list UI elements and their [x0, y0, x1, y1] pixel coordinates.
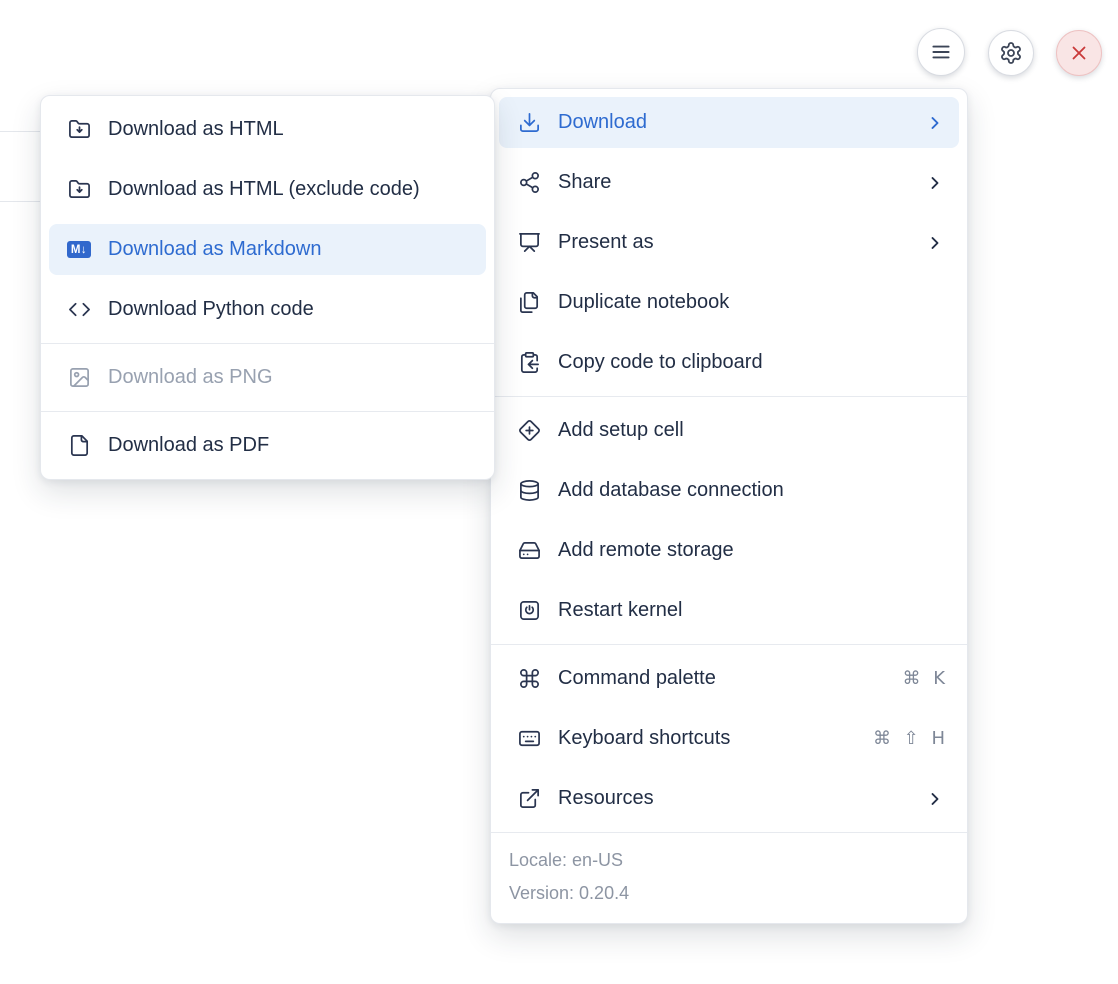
menu-item-download[interactable]: Download — [499, 97, 959, 148]
gear-icon — [999, 41, 1023, 65]
menu-item-copy-code[interactable]: Copy code to clipboard — [499, 337, 959, 388]
hamburger-menu-icon — [928, 39, 954, 65]
markdown-badge-icon: M↓ — [67, 238, 91, 262]
keyboard-shortcut-hint: ⌘ ⇧ H — [873, 728, 945, 749]
page-divider — [0, 131, 41, 132]
menu-item-restart-kernel[interactable]: Restart kernel — [499, 585, 959, 636]
presentation-icon — [517, 231, 541, 255]
page-divider — [0, 201, 41, 202]
menu-item-resources[interactable]: Resources — [499, 773, 959, 824]
menu-item-add-setup-cell[interactable]: Add setup cell — [499, 405, 959, 456]
settings-button[interactable] — [988, 30, 1034, 76]
chevron-right-icon — [925, 113, 945, 133]
menu-item-label: Download — [558, 111, 908, 134]
keyboard-shortcut-hint: ⌘ K — [902, 668, 945, 689]
menu-item-label: Download as Markdown — [108, 238, 472, 261]
menu-item-download-as-png: Download as PNG — [49, 352, 486, 403]
menu-item-label: Keyboard shortcuts — [558, 727, 856, 750]
power-square-icon — [517, 599, 541, 623]
clipboard-copy-icon — [517, 351, 541, 375]
menu-group-kernel: Add setup cell Add database connection A… — [491, 397, 967, 644]
submenu-group-documents: Download as HTML Download as HTML (exclu… — [41, 96, 494, 343]
menu-item-keyboard-shortcuts[interactable]: Keyboard shortcuts ⌘ ⇧ H — [499, 713, 959, 764]
code-icon — [67, 298, 91, 322]
menu-group-share: Download Share Present as — [491, 89, 967, 396]
hard-drive-icon — [517, 539, 541, 563]
menu-item-label: Share — [558, 171, 908, 194]
copy-pages-icon — [517, 291, 541, 315]
menu-footer: Locale: en-US Version: 0.20.4 — [491, 833, 967, 923]
share-icon — [517, 171, 541, 195]
notebook-menu-button[interactable] — [917, 28, 965, 76]
download-icon — [517, 111, 541, 135]
folder-down-icon — [67, 118, 91, 142]
menu-item-label: Restart kernel — [558, 599, 945, 622]
chevron-right-icon — [925, 233, 945, 253]
menu-item-label: Download as HTML — [108, 118, 472, 141]
menu-item-download-as-markdown[interactable]: M↓ Download as Markdown — [49, 224, 486, 275]
menu-item-label: Add database connection — [558, 479, 945, 502]
database-icon — [517, 479, 541, 503]
menu-item-download-as-html-exclude-code[interactable]: Download as HTML (exclude code) — [49, 164, 486, 215]
menu-item-download-as-html[interactable]: Download as HTML — [49, 104, 486, 155]
menu-item-label: Download as HTML (exclude code) — [108, 178, 472, 201]
external-link-icon — [517, 787, 541, 811]
version-text: Version: 0.20.4 — [509, 877, 949, 910]
menu-item-add-database-connection[interactable]: Add database connection — [499, 465, 959, 516]
menu-group-help: Command palette ⌘ K Keyboard shortcuts ⌘… — [491, 645, 967, 832]
locale-text: Locale: en-US — [509, 844, 949, 877]
command-icon — [517, 667, 541, 691]
close-x-icon — [1068, 42, 1090, 64]
menu-item-download-python-code[interactable]: Download Python code — [49, 284, 486, 335]
menu-item-label: Add setup cell — [558, 419, 945, 442]
download-submenu: Download as HTML Download as HTML (exclu… — [40, 95, 495, 480]
menu-item-label: Download as PDF — [108, 434, 472, 457]
folder-down-icon — [67, 178, 91, 202]
submenu-group-pdf: Download as PDF — [41, 412, 494, 479]
menu-item-share[interactable]: Share — [499, 157, 959, 208]
chevron-right-icon — [925, 173, 945, 193]
menu-item-label: Command palette — [558, 667, 885, 690]
menu-item-label: Present as — [558, 231, 908, 254]
menu-item-present-as[interactable]: Present as — [499, 217, 959, 268]
menu-item-label: Add remote storage — [558, 539, 945, 562]
image-icon — [67, 366, 91, 390]
file-icon — [67, 434, 91, 458]
diamond-plus-icon — [517, 419, 541, 443]
keyboard-icon — [517, 727, 541, 751]
shutdown-button[interactable] — [1056, 30, 1102, 76]
notebook-menu: Download Share Present as — [490, 88, 968, 924]
menu-item-label: Copy code to clipboard — [558, 351, 945, 374]
submenu-group-image: Download as PNG — [41, 344, 494, 411]
menu-item-command-palette[interactable]: Command palette ⌘ K — [499, 653, 959, 704]
menu-item-duplicate-notebook[interactable]: Duplicate notebook — [499, 277, 959, 328]
menu-item-label: Resources — [558, 787, 908, 810]
menu-item-add-remote-storage[interactable]: Add remote storage — [499, 525, 959, 576]
chevron-right-icon — [925, 789, 945, 809]
menu-item-download-as-pdf[interactable]: Download as PDF — [49, 420, 486, 471]
menu-item-label: Download Python code — [108, 298, 472, 321]
menu-item-label: Duplicate notebook — [558, 291, 945, 314]
menu-item-label: Download as PNG — [108, 366, 472, 389]
